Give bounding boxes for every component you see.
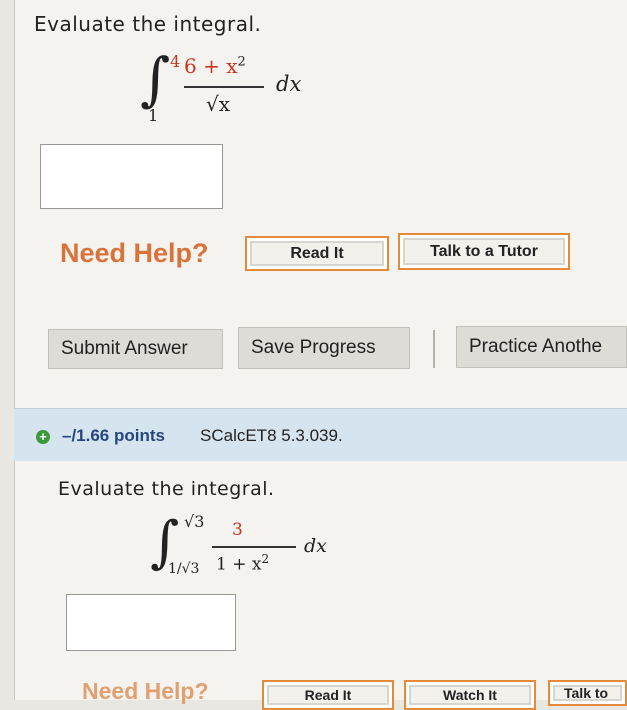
question-title-2: Evaluate the integral. (58, 478, 275, 500)
fraction-bar-2 (212, 546, 296, 548)
integral-sign: ∫ (140, 45, 171, 113)
answer-input[interactable] (40, 144, 223, 209)
dx-label: dx (276, 72, 302, 96)
denominator: √x (206, 92, 231, 116)
points-label: –/1.66 points (62, 426, 165, 445)
read-it-button-2[interactable]: Read It (262, 680, 394, 710)
question-reference: SCalcET8 5.3.039. (200, 426, 343, 445)
plus-icon[interactable]: + (36, 430, 50, 444)
upper-limit: 4 (170, 52, 181, 71)
talk-to-button[interactable]: Talk to (548, 680, 627, 706)
answer-input-2[interactable] (66, 594, 236, 651)
need-help-label: Need Help? (60, 238, 209, 268)
divider (433, 330, 435, 368)
need-help-label-2: Need Help? (82, 678, 209, 704)
denominator-exponent: 2 (261, 552, 270, 566)
read-it-button[interactable]: Read It (245, 236, 389, 271)
lower-limit: 1 (148, 106, 159, 125)
denominator-2: 1 + x2 (216, 552, 269, 575)
denominator-text: 1 + x (216, 554, 262, 575)
numerator-text: 6 + x (184, 54, 238, 78)
talk-to-tutor-button[interactable]: Talk to a Tutor (398, 233, 570, 270)
numerator-2: 3 (232, 520, 243, 540)
save-progress-button[interactable]: Save Progress (238, 327, 410, 369)
fraction-bar (184, 86, 264, 88)
numerator: 6 + x2 (184, 54, 246, 78)
submit-answer-button[interactable]: Submit Answer (48, 329, 223, 369)
question-title: Evaluate the integral. (34, 12, 262, 36)
numerator-exponent: 2 (237, 54, 246, 70)
dx-label-2: dx (304, 535, 327, 557)
upper-limit-2: √3 (184, 512, 205, 531)
lower-limit-2: 1/√3 (168, 561, 200, 577)
watch-it-button[interactable]: Watch It (404, 680, 536, 710)
practice-another-button[interactable]: Practice Anothe (456, 326, 627, 368)
